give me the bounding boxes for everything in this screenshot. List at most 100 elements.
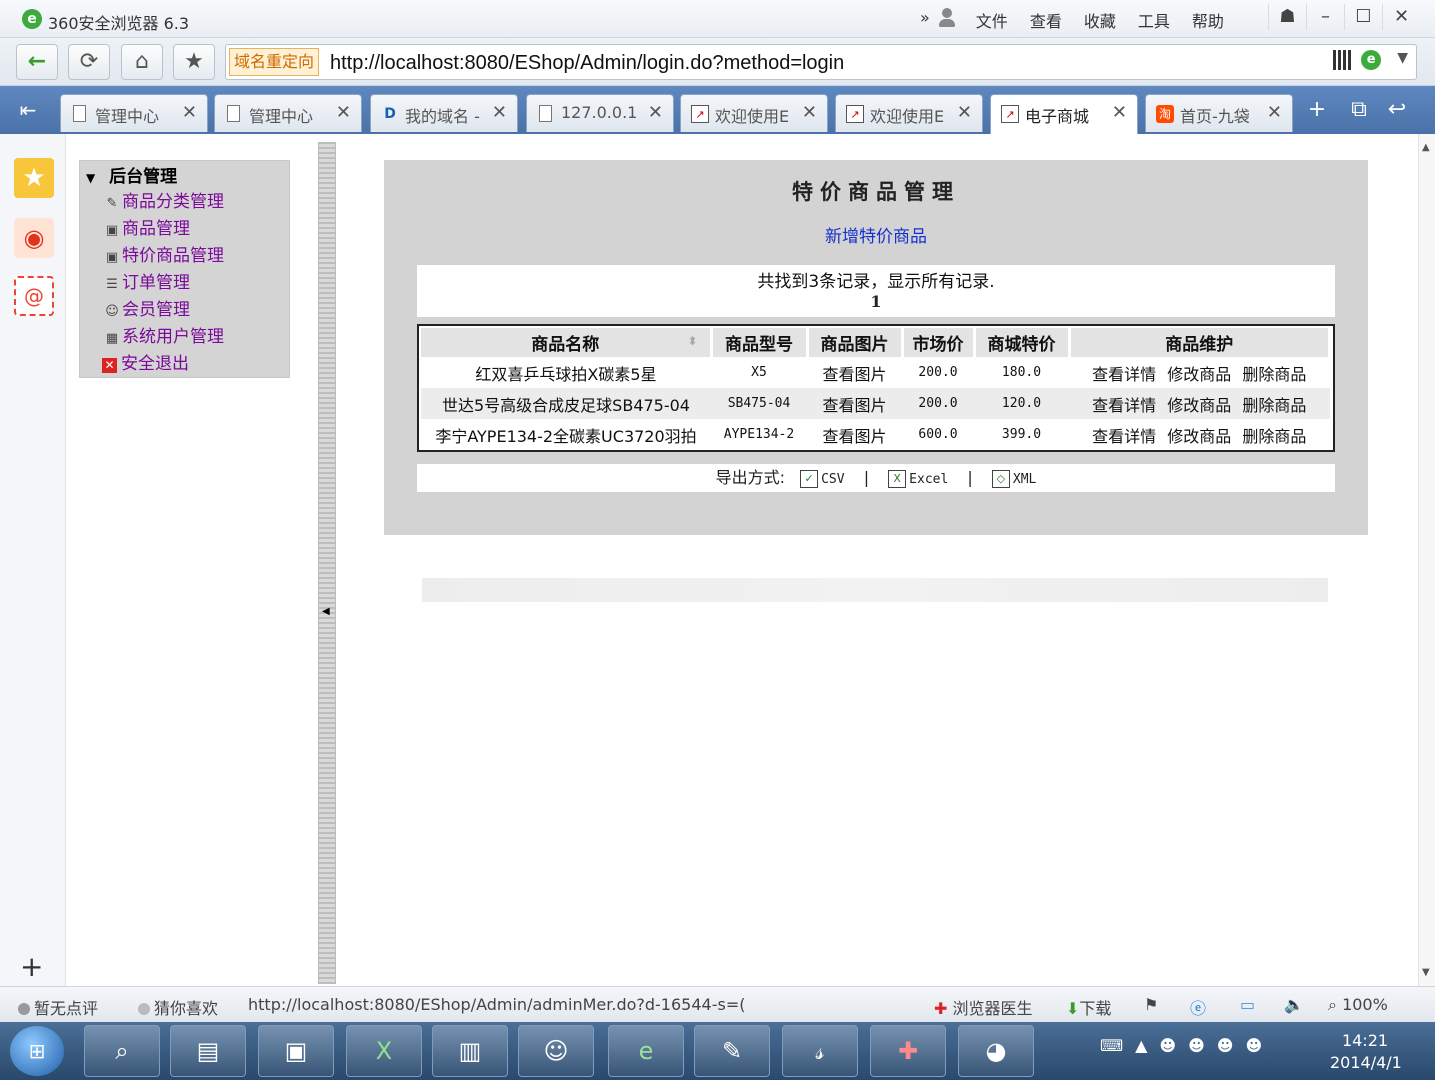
tree-item-orders[interactable]: ☰ 订单管理 — [86, 270, 289, 297]
tree-item-label[interactable]: 商品管理 — [122, 219, 190, 239]
window-icon[interactable]: ▭ — [1240, 995, 1255, 1014]
close-tab-icon[interactable]: ✕ — [492, 102, 507, 123]
tab-eshop-active[interactable]: ↗ 电子商城 ✕ — [990, 94, 1138, 134]
file-explorer-icon[interactable]: ▤ — [170, 1025, 246, 1077]
weibo-icon[interactable]: ◉ — [14, 218, 54, 258]
notepad-icon[interactable]: ✎ — [694, 1025, 770, 1077]
tree-item-members[interactable]: ☺ 会员管理 — [86, 297, 289, 324]
system-clock[interactable]: 14:21 2014/4/1 — [1330, 1030, 1402, 1074]
refresh-button[interactable]: ⟳ — [68, 44, 110, 80]
eclipse-icon[interactable]: 𝓈 — [782, 1025, 858, 1077]
home-button[interactable]: ⌂ — [121, 44, 163, 80]
chevron-down-icon[interactable]: ▼ — [1397, 50, 1408, 70]
menu-view[interactable]: 查看 — [1030, 8, 1062, 32]
menu-favorites[interactable]: 收藏 — [1084, 8, 1116, 32]
tree-item-category[interactable]: ✎ 商品分类管理 — [86, 189, 289, 216]
header-product-name[interactable]: 商品名称 — [421, 328, 713, 357]
more-chevron-icon[interactable]: » — [920, 8, 930, 32]
favorite-button[interactable]: ★ — [173, 44, 215, 80]
ie-icon[interactable]: ⓔ — [1190, 995, 1206, 1019]
winrar-icon[interactable]: ▥ — [432, 1025, 508, 1077]
user-icon[interactable] — [938, 8, 956, 28]
close-tab-icon[interactable]: ✕ — [802, 102, 817, 123]
tab-welcome-2[interactable]: ↗ 欢迎使用E ✕ — [835, 94, 983, 132]
add-special-product-link[interactable]: 新增特价商品 — [384, 222, 1368, 247]
tree-item-special-products[interactable]: ▣ 特价商品管理 — [86, 243, 289, 270]
view-image-link[interactable]: 查看图片 — [807, 388, 902, 419]
close-tab-icon[interactable]: ✕ — [336, 102, 351, 123]
close-tab-icon[interactable]: ✕ — [648, 102, 663, 123]
view-details-link[interactable]: 查看详情 — [1092, 396, 1156, 415]
maximize-icon[interactable]: ☐ — [1344, 4, 1382, 30]
windows-start-icon[interactable]: ⊞ — [10, 1026, 64, 1076]
export-excel-link[interactable]: Excel — [909, 472, 948, 487]
notes-icon[interactable]: ✚ — [870, 1025, 946, 1077]
view-details-link[interactable]: 查看详情 — [1092, 365, 1156, 384]
close-icon[interactable]: ✕ — [1382, 4, 1420, 30]
excel-icon[interactable]: X — [888, 469, 907, 488]
collapse-arrow-icon[interactable]: ◀ — [322, 606, 330, 617]
minimize-icon[interactable]: – — [1306, 4, 1344, 30]
page-number-link[interactable]: 1 — [417, 292, 1335, 311]
expand-triangle-icon[interactable]: ▼ — [86, 166, 95, 190]
edit-product-link[interactable]: 修改商品 — [1167, 396, 1231, 415]
scroll-up-icon[interactable]: ▲ — [1422, 142, 1430, 153]
delete-product-link[interactable]: 删除商品 — [1242, 365, 1306, 384]
qq-avatar-icon[interactable]: ☺ — [518, 1025, 594, 1077]
skin-icon[interactable]: ☗ — [1268, 4, 1306, 30]
search-magnifier-icon[interactable]: ⌕ — [84, 1025, 160, 1077]
excel-icon[interactable]: X — [346, 1025, 422, 1077]
view-image-link[interactable]: 查看图片 — [807, 357, 902, 388]
tree-item-label[interactable]: 会员管理 — [122, 300, 190, 320]
close-tab-icon[interactable]: ✕ — [957, 102, 972, 123]
tree-item-label[interactable]: 特价商品管理 — [122, 246, 224, 266]
edit-product-link[interactable]: 修改商品 — [1167, 365, 1231, 384]
frame-splitter[interactable]: ◀ — [318, 142, 336, 984]
tree-item-system-users[interactable]: ▦ 系统用户管理 — [86, 324, 289, 351]
address-field[interactable]: 域名重定向 http://localhost:8080/EShop/Admin/… — [225, 44, 1417, 80]
tray-expand-icon[interactable]: ▲ — [1135, 1036, 1147, 1055]
tab-admin-center-1[interactable]: 管理中心 ✕ — [60, 94, 208, 132]
new-tab-button[interactable]: + — [1300, 96, 1334, 124]
mail-icon[interactable]: @ — [14, 276, 54, 316]
view-image-link[interactable]: 查看图片 — [807, 419, 902, 450]
favorites-star-icon[interactable]: ★ — [14, 158, 54, 198]
tree-item-logout[interactable]: ✕ 安全退出 — [86, 351, 289, 378]
close-tab-icon[interactable]: ✕ — [182, 102, 197, 123]
edit-product-link[interactable]: 修改商品 — [1167, 427, 1231, 446]
rating-status[interactable]: 暂无点评 — [18, 995, 98, 1019]
undo-close-tab-icon[interactable]: ↩ — [1380, 96, 1414, 124]
qq-tray-icon[interactable]: ☻ — [1159, 1036, 1176, 1055]
tree-item-label[interactable]: 商品分类管理 — [122, 192, 224, 212]
tree-item-label[interactable]: 安全退出 — [121, 354, 189, 374]
delete-product-link[interactable]: 删除商品 — [1242, 427, 1306, 446]
guess-status[interactable]: 猜你喜欢 — [138, 995, 218, 1019]
tree-root[interactable]: ▼ 后台管理 — [86, 165, 289, 189]
back-button[interactable]: ← — [16, 44, 58, 80]
qq-tray-icon[interactable]: ☻ — [1217, 1036, 1234, 1055]
export-xml-link[interactable]: XML — [1013, 472, 1036, 487]
delete-product-link[interactable]: 删除商品 — [1242, 396, 1306, 415]
tab-jiudai-home[interactable]: 淘 首页-九袋 ✕ — [1145, 94, 1293, 132]
sidebar-toggle-icon[interactable]: ⇤ — [10, 96, 46, 124]
redirect-badge[interactable]: 域名重定向 — [229, 48, 320, 76]
tab-localhost[interactable]: 127.0.0.1 ✕ — [526, 94, 674, 132]
scroll-down-icon[interactable]: ▼ — [1422, 967, 1430, 978]
tree-item-products[interactable]: ▣ 商品管理 — [86, 216, 289, 243]
download-button[interactable]: ⬇下载 — [1066, 995, 1111, 1019]
add-sidebar-item-icon[interactable]: + — [20, 950, 43, 983]
tab-list-icon[interactable]: ⧉ — [1342, 96, 1376, 124]
menu-file[interactable]: 文件 — [976, 8, 1008, 32]
vertical-scrollbar[interactable]: ▲ ▼ — [1418, 134, 1435, 986]
view-details-link[interactable]: 查看详情 — [1092, 427, 1156, 446]
tab-admin-center-2[interactable]: 管理中心 ✕ — [214, 94, 362, 132]
qq-tray-icon[interactable]: ☻ — [1245, 1036, 1262, 1055]
csv-icon[interactable]: ✓ — [800, 469, 819, 488]
qq-icon[interactable]: ◕ — [958, 1025, 1034, 1077]
engine-switch-icon[interactable]: e — [1361, 50, 1382, 70]
volume-icon[interactable]: 🔈 — [1284, 995, 1304, 1014]
browser-doctor[interactable]: ✚ 浏览器医生 — [934, 995, 1033, 1019]
close-tab-icon[interactable]: ✕ — [1267, 102, 1282, 123]
qq-tray-icon[interactable]: ☻ — [1188, 1036, 1205, 1055]
export-csv-link[interactable]: CSV — [821, 472, 844, 487]
